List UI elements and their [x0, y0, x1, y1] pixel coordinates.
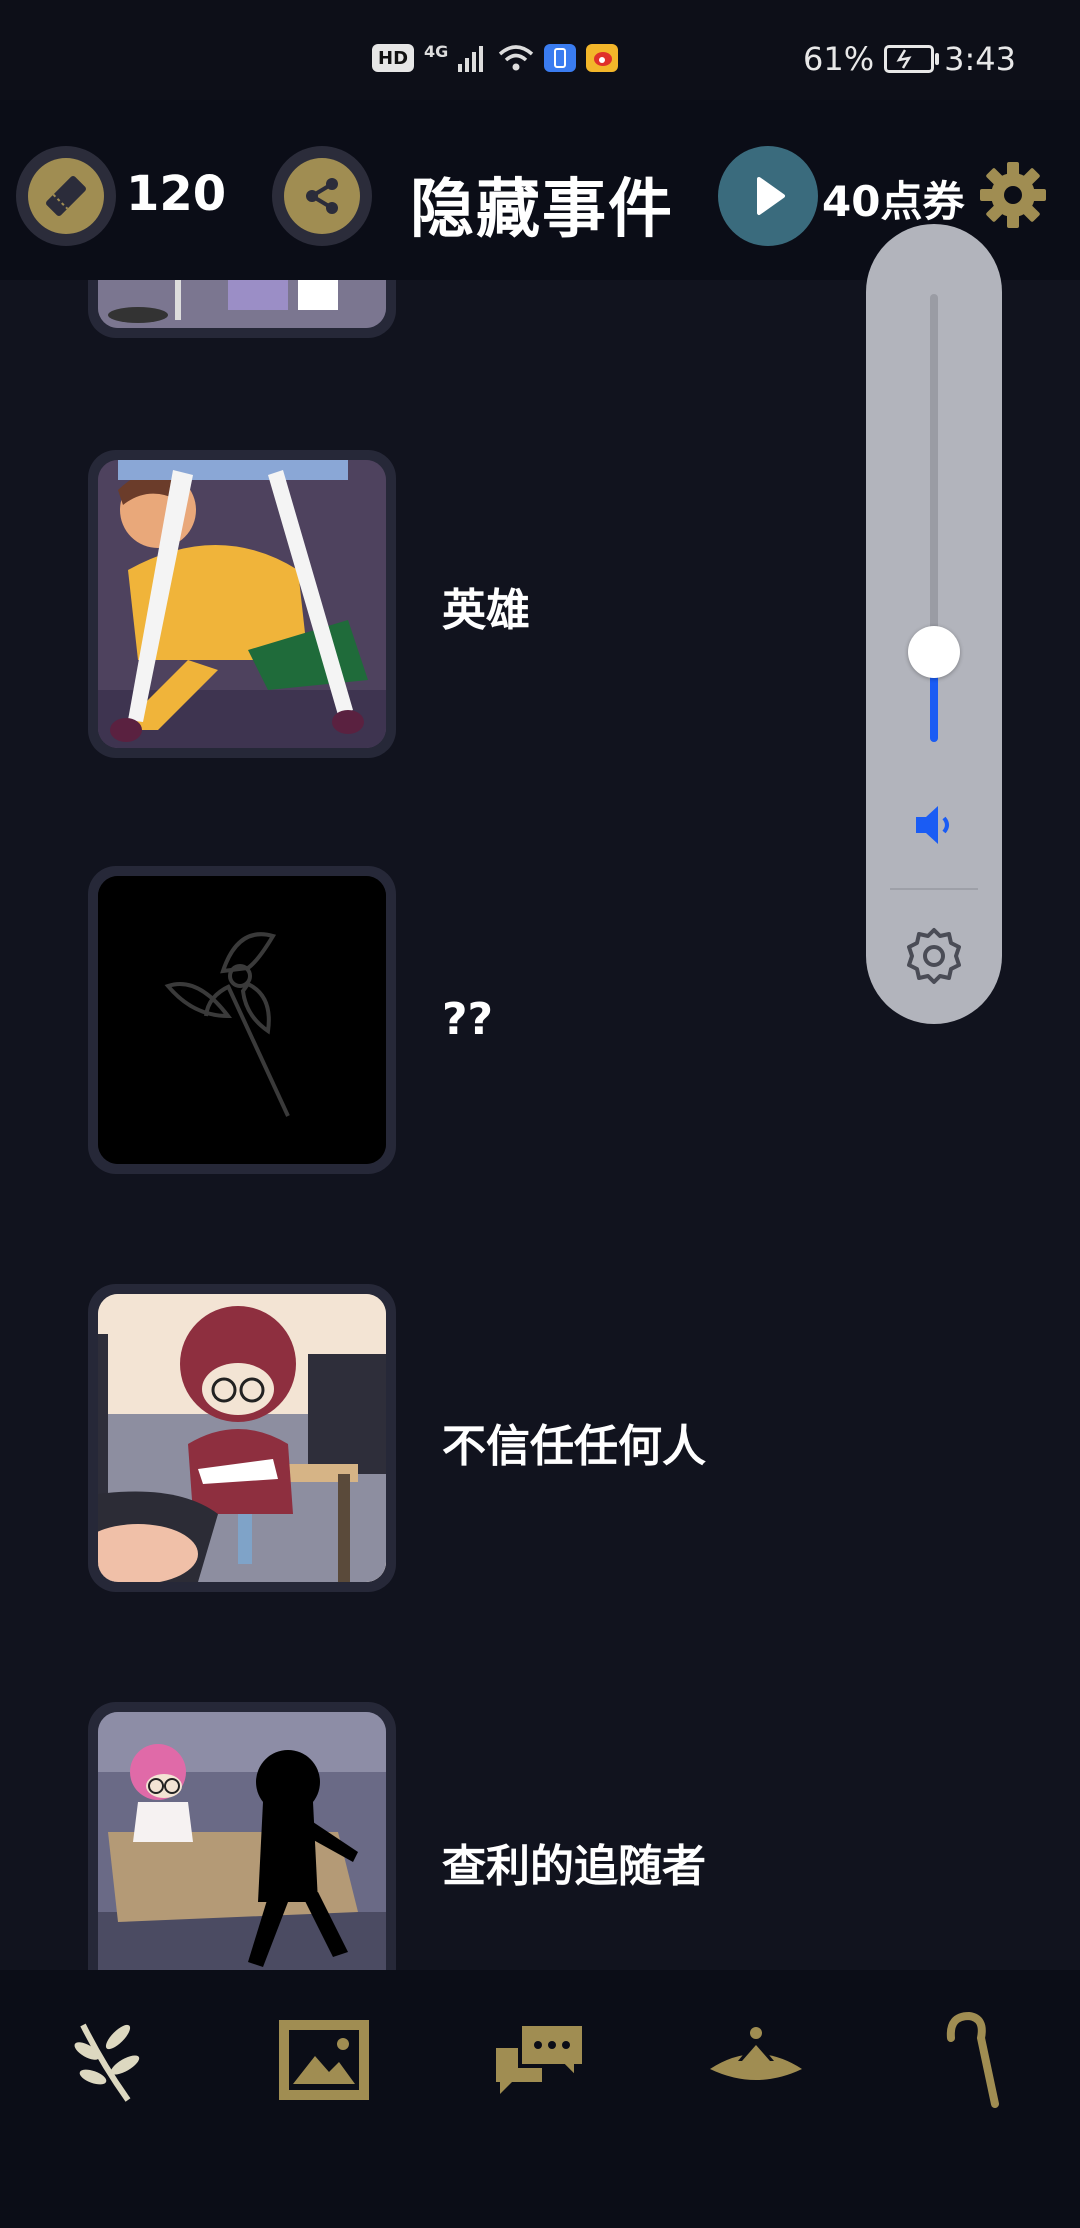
signal-icon [458, 46, 484, 72]
sound-settings-icon[interactable] [904, 926, 964, 986]
event-thumb-2[interactable] [88, 866, 396, 1174]
nav-branch[interactable] [58, 2010, 158, 2110]
page-title: 隐藏事件 [410, 173, 674, 247]
event-thumb-1[interactable] [88, 450, 396, 758]
volume-panel [866, 224, 1002, 1024]
event-label-3: 不信任任何人 [442, 1421, 706, 1472]
ticket-button[interactable] [16, 146, 116, 246]
event-label-1: 英雄 [442, 585, 530, 636]
speaker-icon[interactable] [910, 802, 960, 848]
status-icons-right: 61% 3:43 [803, 40, 1016, 78]
bottom-nav [0, 1970, 1080, 2228]
hd-badge: HD [372, 44, 415, 72]
hero-scene-image [98, 460, 386, 748]
nav-cane[interactable] [922, 2010, 1022, 2110]
gallery-icon [279, 2020, 369, 2100]
nav-hat[interactable] [706, 2010, 806, 2110]
volume-slider-knob[interactable] [908, 626, 960, 678]
share-icon [284, 158, 360, 234]
share-button[interactable] [272, 146, 372, 246]
event-thumb-3[interactable] [88, 1284, 396, 1592]
branch-icon [74, 2023, 140, 2102]
event-thumb-partial[interactable] [88, 280, 396, 338]
wifi-icon [499, 45, 534, 71]
locked-flower-image [98, 876, 386, 1164]
app-notification-icon [544, 44, 577, 72]
network-label: 4G [424, 41, 449, 61]
status-bar: HD 4G 61% 3:43 [0, 0, 1080, 100]
event-thumb-4[interactable] [88, 1702, 396, 1970]
battery-percent: 61% [803, 40, 875, 78]
event-label-4: 查利的追随者 [442, 1841, 706, 1892]
nav-chat[interactable] [490, 2010, 590, 2110]
clock: 3:43 [944, 40, 1016, 78]
classroom-scene-image [98, 1294, 386, 1582]
weibo-icon [586, 44, 619, 72]
status-icons-left: HD 4G [372, 41, 619, 72]
settings-gear-icon[interactable] [978, 160, 1048, 230]
volume-divider [890, 888, 978, 890]
event-label-2: ?? [442, 994, 494, 1045]
hat-icon [710, 2027, 802, 2080]
chat-icon [496, 2022, 586, 2094]
ticket-icon [28, 158, 104, 234]
points-label: 40点券 [822, 177, 965, 226]
play-ad-button[interactable] [718, 146, 818, 246]
cane-icon [946, 2011, 999, 2108]
ticket-count: 120 [126, 166, 227, 222]
nav-gallery[interactable] [274, 2010, 374, 2110]
battery-icon [884, 45, 940, 73]
follower-scene-image [98, 1712, 386, 1970]
play-icon [757, 177, 785, 215]
partial-scene-image [98, 280, 386, 328]
